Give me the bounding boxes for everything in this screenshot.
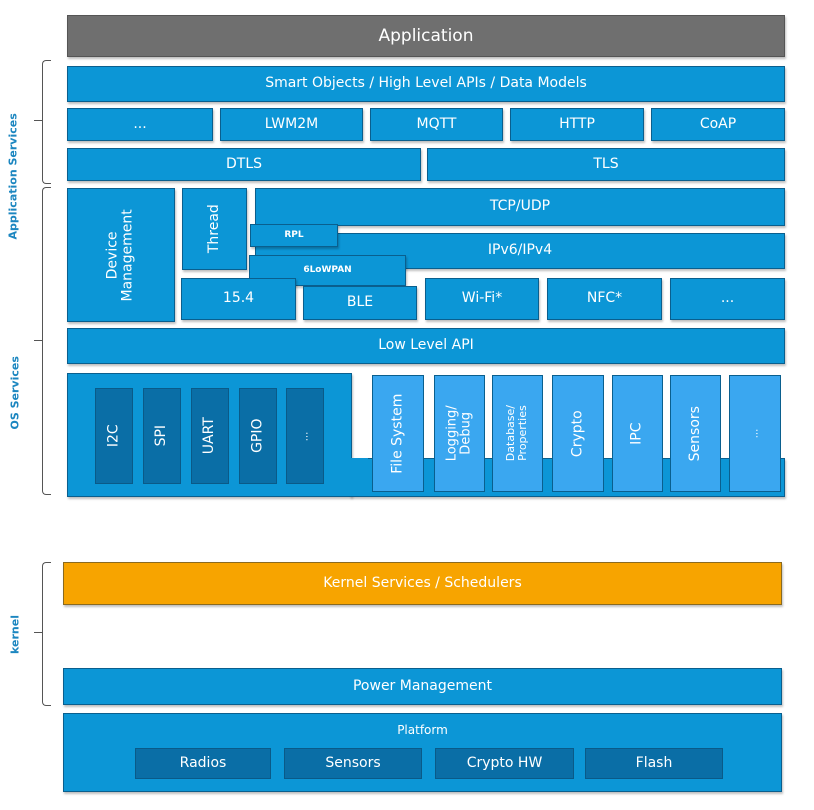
link-ble: BLE [303,286,417,320]
service-label: Sensors [686,405,703,462]
protocol-coap: CoAP [651,108,785,141]
link-nfc: NFC* [547,278,662,320]
link-more: ... [670,278,785,320]
thread-label: Thread [205,204,222,254]
driver-uart: UART [191,388,229,484]
service-sensors: Sensors [670,375,721,492]
platform-flash: Flash [585,748,723,779]
tcp-udp-layer: TCP/UDP [255,188,785,226]
rpl-block: RPL [250,224,338,247]
protocol-more: ... [67,108,213,141]
service-more: ... [729,375,781,492]
driver-label: ... [299,431,311,441]
brace-tick [34,632,42,633]
application-layer: Application [67,15,785,57]
driver-more: ... [286,388,324,484]
architecture-diagram: Application Services OS Services kernel … [0,0,814,810]
low-level-api: Low Level API [67,328,785,364]
platform-radios: Radios [135,748,271,779]
service-label: Crypto [569,410,586,457]
service-label: File System [389,393,406,474]
thread-block: Thread [182,188,247,270]
driver-i2c: I2C [95,388,133,484]
platform-crypto-hw: Crypto HW [435,748,574,779]
smart-objects-layer: Smart Objects / High Level APIs / Data M… [67,66,785,102]
service-label: Logging/ Debug [444,405,474,462]
protocol-http: HTTP [510,108,644,141]
service-crypto: Crypto [552,375,604,492]
device-management: Device Management [67,188,175,322]
service-ipc: IPC [612,375,663,492]
tls-layer: TLS [427,148,785,181]
service-logging: Logging/ Debug [434,375,485,492]
driver-label: UART [201,417,218,455]
driver-label: I2C [105,424,122,448]
driver-spi: SPI [143,388,181,484]
brace-tick [34,120,42,121]
dtls-layer: DTLS [67,148,421,181]
service-database: Database/ Properties [492,375,543,492]
protocol-lwm2m: LWM2M [220,108,363,141]
platform-sensors: Sensors [284,748,422,779]
driver-label: GPIO [249,418,266,454]
kernel-brace [42,562,51,706]
link-15-4: 15.4 [181,278,296,320]
brace-tick [34,340,42,341]
power-management: Power Management [63,668,782,705]
app-services-brace [42,60,51,184]
service-label: ... [749,428,761,439]
driver-label: SPI [153,425,170,447]
link-wifi: Wi-Fi* [425,278,539,320]
kernel-services: Kernel Services / Schedulers [63,562,782,605]
device-management-label: Device Management [104,208,136,302]
service-file-system: File System [372,375,424,492]
driver-gpio: GPIO [239,388,277,484]
protocol-mqtt: MQTT [370,108,503,141]
os-services-brace [42,187,51,495]
os-services-label: OS Services [8,356,22,430]
kernel-label: kernel [8,615,22,654]
service-label: Database/ Properties [504,405,530,462]
service-label: IPC [628,422,645,445]
platform-title: Platform [397,723,448,737]
app-services-label: Application Services [6,113,20,240]
